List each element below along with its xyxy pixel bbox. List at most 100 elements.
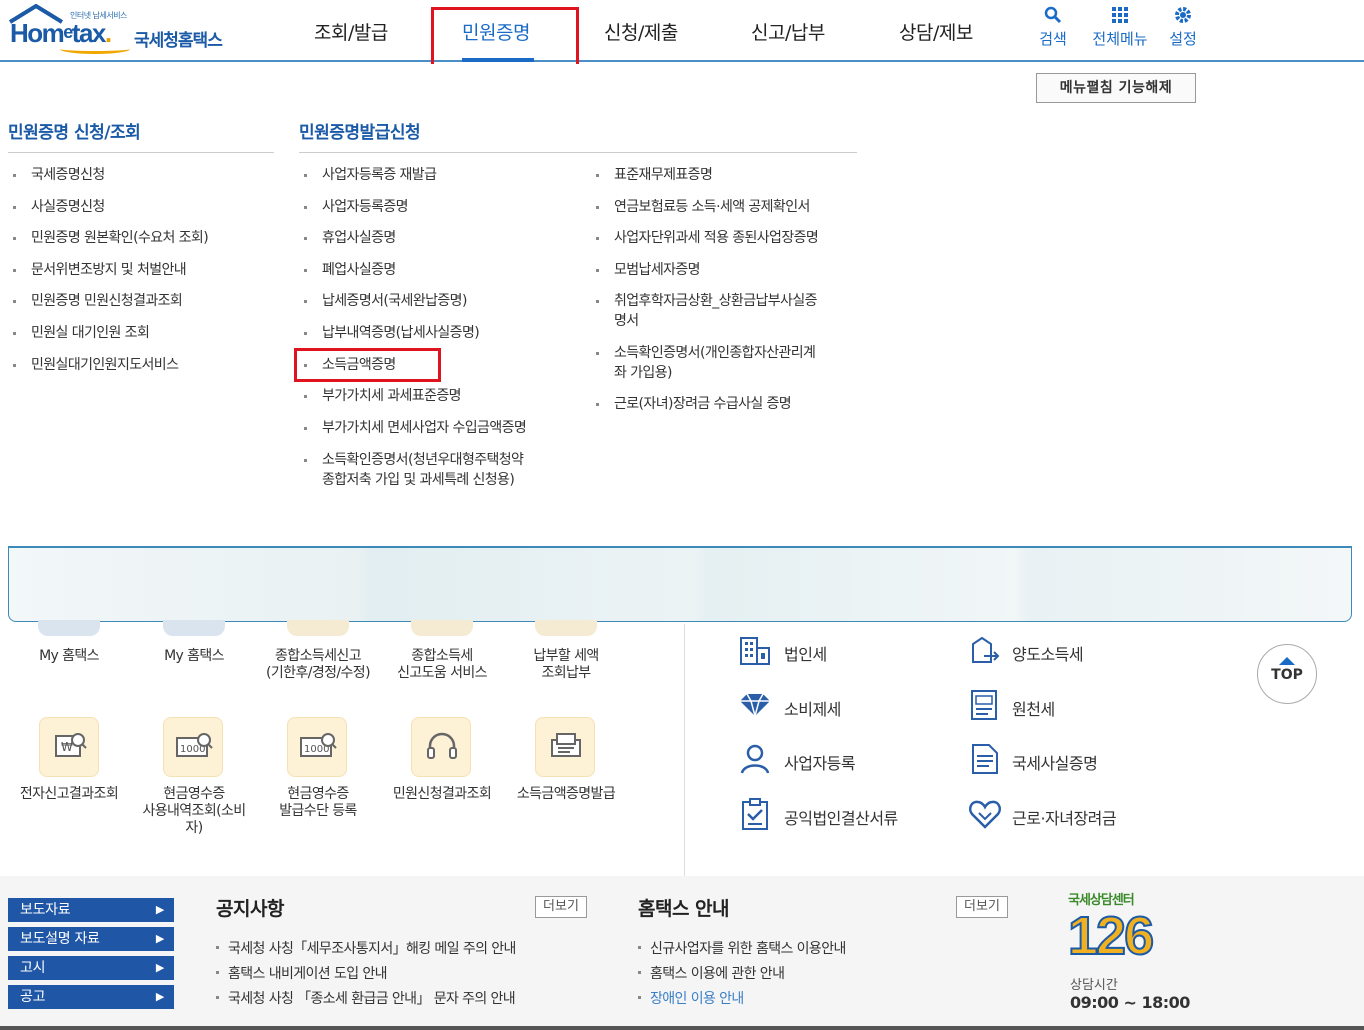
guide-item-accessibility[interactable]: 장애인 이용 안내 [638,988,744,1008]
quick-icon-income-cert-issue[interactable] [535,717,595,777]
press-explanation-button[interactable]: 보도설명 자료 ▶ [8,927,174,951]
menu-item[interactable]: 연금보험료등 소득·세액 공제확인서 [596,197,810,217]
won-search-icon: ₩ [55,733,87,757]
menu-item[interactable]: 부가가치세 면세사업자 수입금액증명 [303,418,527,438]
quick-icon-receipt-usage[interactable]: 1000 [163,717,223,777]
quick-label-income-cert-issue[interactable]: 소득금액증명발급 [504,786,628,803]
quick-label-my-hometax[interactable]: My 홈택스 [7,648,131,665]
global-header: 인터넷 납세서비스 Hometax. 국세청홈택스 조회/발급 민원증명 신청/… [0,0,1364,77]
income-certificate-highlight-box [294,348,441,382]
consult-hours: 09:00 ~ 18:00 [1070,993,1190,1012]
menu-item[interactable]: 사업자등록증명 [304,197,409,217]
announcement-button[interactable]: 공고 ▶ [8,985,174,1009]
certificate-document-icon [972,744,998,774]
col2-divider [299,152,857,153]
search-button[interactable]: 검색 [1031,6,1075,49]
col2-title[interactable]: 민원증명발급신청 [299,118,421,143]
announcement-label: 공고 [20,989,46,1005]
gear-icon [1161,6,1205,28]
menu-item[interactable]: 민원증명 민원신청결과조회 [12,291,183,311]
guide-item[interactable]: 홈택스 이용에 관한 안내 [637,963,785,983]
menu-item[interactable]: 사실증명신청 [13,197,105,217]
notice-title: 공지사항 [216,898,284,920]
quick-icon-e-filing-result[interactable]: ₩ [39,717,99,777]
menu-item[interactable]: 폐업사실증명 [304,260,396,280]
tax-link-consumption[interactable]: 소비제세 [784,696,841,720]
transfer-document-icon [972,636,1000,663]
menu-item-continued[interactable]: 종합저축 가입 및 과세특례 신청용) [322,470,515,490]
svg-text:₩: ₩ [61,740,73,754]
menu-item[interactable]: 소득확인증명서(청년우대형주택청약 [303,450,524,470]
all-menu-label: 전체메뉴 [1092,30,1148,48]
receipt-search-icon: 1000 [176,733,213,757]
menu-item[interactable]: 납부내역증명(납세사실증명) [303,323,480,343]
diamond-icon [740,693,770,719]
quick-label-tax-payment[interactable]: 납부할 세액 [504,648,628,665]
nav-consult[interactable]: 상담/제보 [899,18,973,45]
menu-item[interactable]: 사업자단위과세 적용 종된사업장증명 [595,228,819,248]
menu-fold-toggle-button[interactable]: 메뉴펼침 기능해제 [1036,73,1196,103]
tax-link-transfer-income[interactable]: 양도소득세 [1012,641,1084,665]
quick-icon-receipt-register[interactable]: 1000 [287,717,347,777]
menu-item[interactable]: 국세증명신청 [13,165,105,185]
quick-label-income-tax-filing-sub[interactable]: (기한후/경정/수정) [256,665,380,682]
quick-label-receipt-register-sub[interactable]: 발급수단 등록 [256,803,380,820]
menu-item[interactable]: 모범납세자증명 [596,260,701,280]
col1-title[interactable]: 민원증명 신청/조회 [8,118,141,143]
quick-label-income-tax-filing[interactable]: 종합소득세신고 [256,648,380,665]
menu-item[interactable]: 근로(자녀)장려금 수급사실 증명 [595,394,792,414]
guide-item[interactable]: 신규사업자를 위한 홈택스 이용안내 [638,938,846,958]
menu-item[interactable]: 부가가치세 과세표준증명 [304,386,462,406]
menu-item[interactable]: 문서위변조방지 및 처벌안내 [12,260,187,280]
all-menu-button[interactable]: 전체메뉴 [1090,6,1150,49]
notice-item[interactable]: 국세청 사칭「세무조사통지서」해킹 메일 주의 안내 [216,938,516,958]
menu-item[interactable]: 사업자등록증 재발급 [303,165,437,185]
quick-label-income-tax-help-sub[interactable]: 신고도움 서비스 [380,665,504,682]
logo-swoosh [60,44,130,54]
tax-link-tax-fact-certificate[interactable]: 국세사실증명 [1012,750,1098,774]
quick-label-receipt-usage-sub[interactable]: 사용내역조회(소비 [132,803,256,820]
menu-item[interactable]: 소득확인증명서(개인종합자산관리계 [595,343,816,363]
printer-document-icon [551,733,581,757]
scroll-top-button[interactable]: TOP [1257,644,1317,704]
quick-icon-cap [287,620,349,636]
notice-item[interactable]: 홈택스 내비게이션 도입 안내 [216,963,388,983]
quick-label-receipt-usage[interactable]: 현금영수증 [132,786,256,803]
menu-item[interactable]: 휴업사실증명 [304,228,396,248]
tax-link-public-interest-corp[interactable]: 공익법인결산서류 [784,805,898,829]
quick-label-e-filing-result[interactable]: 전자신고결과조회 [7,786,131,803]
menu-item[interactable]: 표준재무제표증명 [595,165,713,185]
nav-inquiry[interactable]: 조회/발급 [314,18,388,45]
menu-item[interactable]: 민원실 대기인원 조회 [12,323,150,343]
quick-label-income-tax-help[interactable]: 종합소득세 [380,648,504,665]
menu-item-continued[interactable]: 좌 가입용) [614,363,672,383]
quick-label-receipt-register[interactable]: 현금영수증 [256,786,380,803]
menu-item[interactable]: 취업후학자금상환_상환금납부사실증 [596,291,817,311]
tax-link-corporate[interactable]: 법인세 [784,641,827,665]
quick-label-civil-result[interactable]: 민원신청결과조회 [380,786,504,803]
col1-divider [8,152,274,153]
guide-more-button[interactable]: 더보기 [956,896,1008,918]
notice-item[interactable]: 국세청 사칭 「종소세 환급금 안내」 문자 주의 안내 [215,988,516,1008]
quick-label-receipt-usage-sub2[interactable]: 자) [132,820,256,837]
tax-link-work-child-incentive[interactable]: 근로·자녀장려금 [1012,805,1117,829]
quick-label-my-hometax-2[interactable]: My 홈택스 [132,648,256,665]
notification-label: 고시 [20,960,46,976]
press-release-button[interactable]: 보도자료 ▶ [8,898,174,922]
menu-item[interactable]: 민원증명 원본확인(수요처 조회) [12,228,209,248]
quick-icon-civil-result[interactable] [411,717,471,777]
settings-button[interactable]: 설정 [1161,6,1205,49]
menu-item[interactable]: 민원실대기인원지도서비스 [12,355,179,375]
guide-title: 홈택스 안내 [638,898,730,920]
quick-label-tax-payment-sub[interactable]: 조회납부 [504,665,628,682]
notification-button[interactable]: 고시 ▶ [8,956,174,980]
tax-link-business-registration[interactable]: 사업자등록 [784,750,856,774]
heart-hands-icon [969,800,1001,829]
menu-item[interactable]: 납세증명서(국세완납증명) [304,291,467,311]
menu-item-continued[interactable]: 명서 [614,311,639,331]
tax-link-withholding[interactable]: 원천세 [1012,696,1055,720]
search-icon [1031,6,1075,28]
nav-filing[interactable]: 신고/납부 [751,18,825,45]
notice-more-button[interactable]: 더보기 [535,896,587,918]
nav-application[interactable]: 신청/제출 [604,18,678,45]
